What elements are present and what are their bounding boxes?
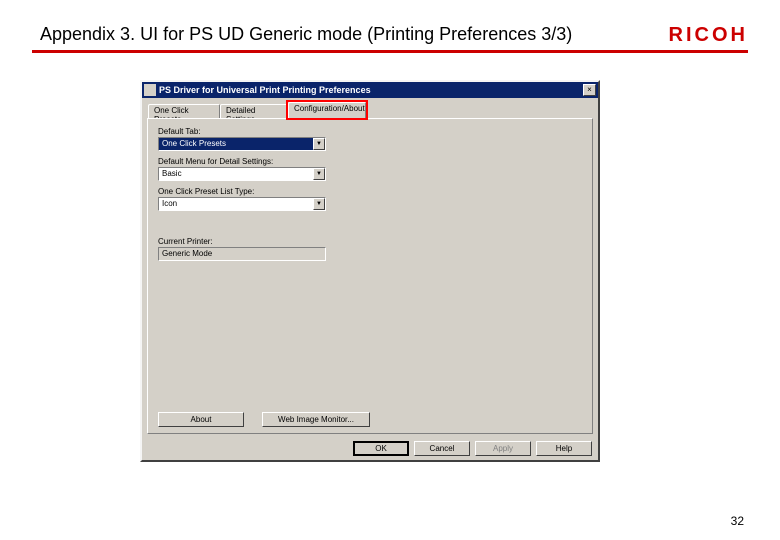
current-printer-value: Generic Mode bbox=[158, 247, 326, 261]
default-tab-dropdown[interactable]: One Click Presets ▼ bbox=[158, 137, 326, 151]
tab-content: Default Tab: One Click Presets ▼ Default… bbox=[147, 118, 593, 434]
dialog-footer: OK Cancel Apply Help bbox=[353, 441, 592, 456]
ok-button[interactable]: OK bbox=[353, 441, 409, 456]
preset-list-dropdown[interactable]: Icon ▼ bbox=[158, 197, 326, 211]
default-tab-value: One Click Presets bbox=[159, 138, 313, 150]
current-printer-group: Current Printer: Generic Mode bbox=[158, 237, 582, 261]
dialog-titlebar: PS Driver for Universal Print Printing P… bbox=[142, 82, 598, 98]
default-menu-value: Basic bbox=[159, 168, 313, 180]
title-underline bbox=[32, 50, 748, 53]
printing-preferences-dialog: PS Driver for Universal Print Printing P… bbox=[140, 80, 600, 462]
close-button[interactable]: × bbox=[583, 84, 596, 96]
default-menu-label: Default Menu for Detail Settings: bbox=[158, 157, 582, 166]
apply-button[interactable]: Apply bbox=[475, 441, 531, 456]
app-icon bbox=[144, 84, 156, 96]
inner-button-row: About Web Image Monitor... bbox=[158, 412, 370, 427]
help-button[interactable]: Help bbox=[536, 441, 592, 456]
chevron-down-icon: ▼ bbox=[313, 198, 325, 210]
about-button[interactable]: About bbox=[158, 412, 244, 427]
dialog-title: PS Driver for Universal Print Printing P… bbox=[159, 85, 583, 95]
chevron-down-icon: ▼ bbox=[313, 138, 325, 150]
preset-list-label: One Click Preset List Type: bbox=[158, 187, 582, 196]
default-tab-group: Default Tab: One Click Presets ▼ bbox=[158, 127, 582, 151]
preset-list-group: One Click Preset List Type: Icon ▼ bbox=[158, 187, 582, 211]
preset-list-value: Icon bbox=[159, 198, 313, 210]
page-number: 32 bbox=[731, 514, 744, 528]
tab-row: One Click Presets Detailed Settings Conf… bbox=[146, 102, 594, 118]
default-menu-group: Default Menu for Detail Settings: Basic … bbox=[158, 157, 582, 181]
current-printer-label: Current Printer: bbox=[158, 237, 582, 246]
default-tab-label: Default Tab: bbox=[158, 127, 582, 136]
ricoh-logo: RICOH bbox=[669, 24, 748, 47]
cancel-button[interactable]: Cancel bbox=[414, 441, 470, 456]
web-image-monitor-button[interactable]: Web Image Monitor... bbox=[262, 412, 370, 427]
default-menu-dropdown[interactable]: Basic ▼ bbox=[158, 167, 326, 181]
slide-title: Appendix 3. UI for PS UD Generic mode (P… bbox=[40, 24, 572, 45]
chevron-down-icon: ▼ bbox=[313, 168, 325, 180]
tab-configuration-about[interactable]: Configuration/About bbox=[288, 102, 366, 120]
